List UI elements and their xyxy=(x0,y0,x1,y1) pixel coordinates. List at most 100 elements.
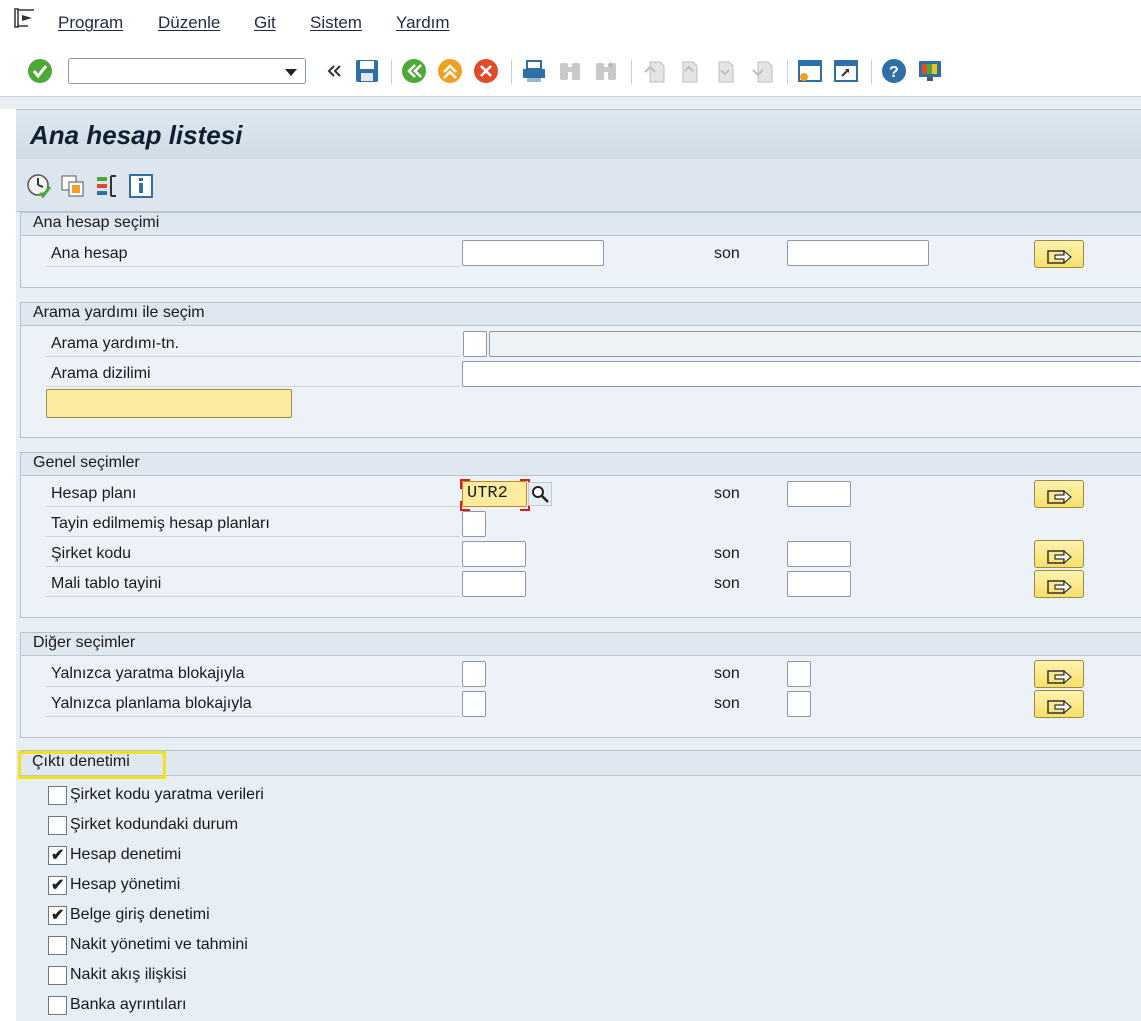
print-icon[interactable] xyxy=(521,58,547,84)
checkbox-label: Belge giriş denetimi xyxy=(70,906,210,923)
to-label: son xyxy=(714,665,740,682)
fs-version-from-field[interactable] xyxy=(462,571,526,597)
first-page-icon[interactable] xyxy=(641,58,667,84)
standard-toolbar: + ? xyxy=(0,46,1141,97)
checkbox-cash-flow-relation[interactable] xyxy=(48,966,67,985)
to-label: son xyxy=(714,575,740,592)
menu-edit[interactable]: Düzenle xyxy=(158,13,220,33)
menu-program[interactable]: Program xyxy=(58,13,123,33)
menu-help[interactable]: Yardım xyxy=(396,13,450,33)
planning-block-to-field[interactable] xyxy=(787,691,811,717)
multiple-selection-icon xyxy=(1047,249,1072,265)
multiple-selection-button[interactable] xyxy=(1034,540,1084,568)
search-help-id-field[interactable] xyxy=(463,331,487,357)
last-page-icon[interactable] xyxy=(749,58,775,84)
creation-block-label: Yalnızca yaratma blokajıyla xyxy=(51,665,245,682)
checkbox-document-entry-control[interactable]: ✔ xyxy=(48,906,67,925)
command-field[interactable] xyxy=(68,58,306,84)
selection-options-icon[interactable] xyxy=(94,173,120,199)
account-from-field[interactable] xyxy=(462,240,604,266)
find-next-icon[interactable]: + xyxy=(593,58,619,84)
multiple-selection-icon xyxy=(1047,669,1072,685)
account-to-field[interactable] xyxy=(787,240,929,266)
checkbox-label: Banka ayrıntıları xyxy=(70,996,187,1013)
group-output-control: Çıktı denetimi xyxy=(20,750,1141,776)
checkmark: ✔ xyxy=(51,847,65,864)
search-string-field[interactable] xyxy=(462,361,1141,387)
svg-text:+: + xyxy=(608,60,613,70)
planning-block-from-field[interactable] xyxy=(462,691,486,717)
menu-goto[interactable]: Git xyxy=(254,13,276,33)
multiple-selection-button[interactable] xyxy=(1034,690,1084,718)
checkbox-company-code-creation-data[interactable] xyxy=(48,786,67,805)
help-icon[interactable]: ? xyxy=(881,58,907,84)
multiple-selection-icon xyxy=(1047,549,1072,565)
planning-block-label: Yalnızca planlama blokajıyla xyxy=(51,695,252,712)
company-code-label: Şirket kodu xyxy=(51,545,132,562)
search-help-button[interactable] xyxy=(46,389,292,418)
chart-of-accounts-label: Hesap planı xyxy=(51,485,137,502)
back-icon[interactable] xyxy=(401,58,427,84)
to-label: son xyxy=(714,545,740,562)
svg-text:?: ? xyxy=(889,64,899,81)
group-general-selections: Genel seçimler xyxy=(20,452,1141,618)
group-title: Arama yardımı ile seçim xyxy=(33,304,205,321)
previous-page-icon[interactable] xyxy=(677,58,703,84)
checkbox-account-management[interactable]: ✔ xyxy=(48,876,67,895)
company-code-to-field[interactable] xyxy=(787,541,851,567)
menu-system[interactable]: Sistem xyxy=(310,13,362,33)
unassigned-charts-label: Tayin edilmemiş hesap planları xyxy=(51,515,270,532)
group-title: Ana hesap seçimi xyxy=(33,214,160,231)
search-help-id-label: Arama yardımı-tn. xyxy=(51,335,180,352)
checkbox-label: Nakit akış ilişkisi xyxy=(70,966,187,983)
creation-block-from-field[interactable] xyxy=(462,661,486,687)
value-help-search-icon[interactable] xyxy=(528,482,552,506)
menu-bar: Program Düzenle Git Sistem Yardım xyxy=(0,0,1141,46)
exit-icon[interactable] xyxy=(437,58,463,84)
checkbox-label: Hesap denetimi xyxy=(70,846,182,863)
customize-layout-icon[interactable] xyxy=(917,58,943,84)
chart-of-accounts-to-field[interactable] xyxy=(787,481,851,507)
find-icon[interactable] xyxy=(557,58,583,84)
get-variant-icon[interactable] xyxy=(60,173,86,199)
page-title: Ana hesap listesi xyxy=(30,120,243,150)
command-dropdown-icon[interactable] xyxy=(285,69,297,76)
to-label: son xyxy=(714,695,740,712)
multiple-selection-button[interactable] xyxy=(1034,570,1084,598)
checkbox-status-in-company-code[interactable] xyxy=(48,816,67,835)
creation-block-to-field[interactable] xyxy=(787,661,811,687)
group-title: Genel seçimler xyxy=(33,454,140,471)
execute-icon[interactable] xyxy=(26,173,52,199)
next-page-icon[interactable] xyxy=(713,58,739,84)
toolbar-gap xyxy=(0,97,1141,109)
create-session-icon[interactable] xyxy=(797,58,823,84)
fs-version-to-field[interactable] xyxy=(787,571,851,597)
info-icon[interactable] xyxy=(128,173,154,199)
multiple-selection-button[interactable] xyxy=(1034,660,1084,688)
checkmark: ✔ xyxy=(51,907,65,924)
fs-version-label: Mali tablo tayini xyxy=(51,575,162,592)
checkbox-cash-management[interactable] xyxy=(48,936,67,955)
save-icon[interactable] xyxy=(354,58,380,84)
required-marker xyxy=(460,501,470,511)
company-code-from-field[interactable] xyxy=(462,541,526,567)
cancel-icon[interactable] xyxy=(473,58,499,84)
multiple-selection-button[interactable] xyxy=(1034,240,1084,268)
checkbox-bank-details[interactable] xyxy=(48,996,67,1015)
checkbox-label: Şirket kodundaki durum xyxy=(70,816,239,833)
menu-icon[interactable] xyxy=(14,8,36,28)
to-label: son xyxy=(714,485,740,502)
multiple-selection-button[interactable] xyxy=(1034,480,1084,508)
chart-of-accounts-field[interactable]: UTR2 xyxy=(462,481,527,507)
unassigned-charts-checkbox[interactable] xyxy=(462,511,486,537)
shortcut-icon[interactable] xyxy=(833,58,859,84)
checkbox-account-control[interactable]: ✔ xyxy=(48,846,67,865)
collapse-icon[interactable] xyxy=(320,58,346,84)
account-label: Ana hesap xyxy=(51,245,128,262)
multiple-selection-icon xyxy=(1047,579,1072,595)
checkbox-label: Nakit yönetimi ve tahmini xyxy=(70,936,248,953)
checkbox-label: Hesap yönetimi xyxy=(70,876,181,893)
search-help-description-field xyxy=(489,331,1141,357)
enter-check-icon[interactable] xyxy=(27,58,53,84)
highlight-box xyxy=(18,751,166,779)
